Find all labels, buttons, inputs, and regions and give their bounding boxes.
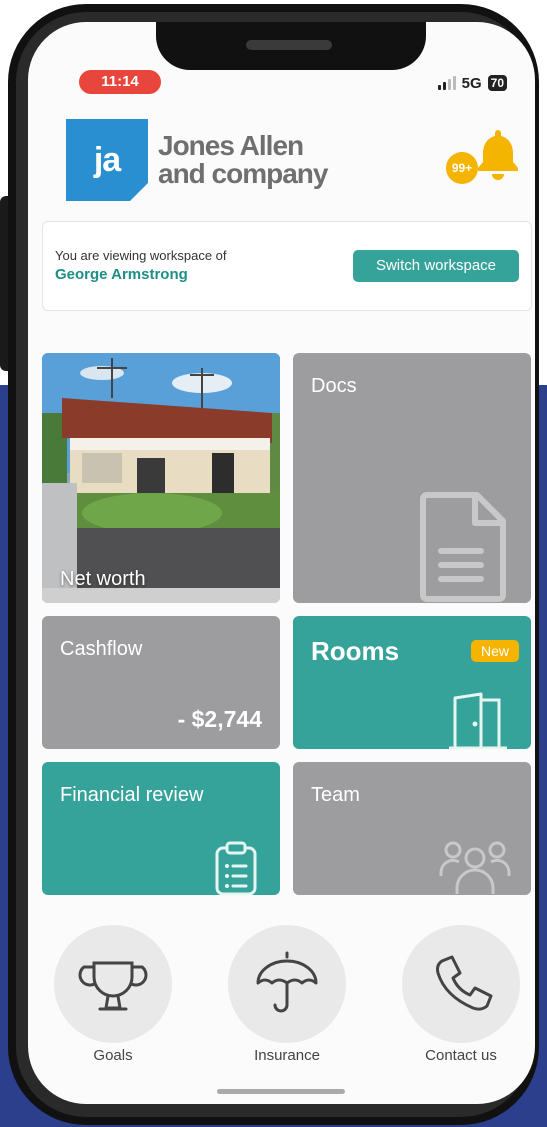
new-badge: New [470, 640, 519, 662]
umbrella-icon [256, 951, 318, 1013]
people-icon [439, 841, 511, 894]
tile-cashflow[interactable]: Cashflow - $2,744 [42, 616, 280, 749]
phone-speaker [246, 40, 332, 50]
bell-icon[interactable] [476, 128, 520, 182]
battery-icon: 70 [487, 75, 507, 91]
signal-icon [437, 76, 456, 90]
company-name-line2: and company [158, 158, 328, 189]
phone-frame: 11:14 5G 70 ja Jones Allen and company 9… [8, 4, 539, 1125]
workspace-label: You are viewing workspace of [55, 248, 227, 263]
company-name: Jones Allen and company [158, 132, 358, 188]
trophy-icon [78, 961, 148, 1011]
financial-review-label: Financial review [60, 784, 204, 806]
rooms-label: Rooms [311, 636, 400, 666]
house-image [42, 353, 280, 603]
team-label: Team [311, 784, 360, 806]
workspace-name: George Armstrong [55, 266, 188, 283]
tile-rooms[interactable]: Rooms New [293, 616, 531, 749]
tile-docs[interactable]: Docs [293, 353, 531, 603]
network-type: 5G [461, 74, 482, 92]
workspace-card: You are viewing workspace of George Arms… [42, 221, 532, 311]
clipboard-icon [215, 841, 257, 895]
cashflow-label: Cashflow [60, 638, 143, 660]
net-worth-label: Net worth [60, 568, 146, 590]
tile-financial-review[interactable]: Financial review [42, 762, 280, 895]
insurance-label: Insurance [254, 1047, 320, 1064]
phone-screen: 11:14 5G 70 ja Jones Allen and company 9… [28, 22, 535, 1104]
contact-us-label: Contact us [425, 1047, 497, 1064]
goals-button[interactable] [54, 925, 172, 1043]
cashflow-amount: - $2,744 [177, 706, 262, 732]
company-logo: ja [66, 119, 148, 201]
tile-net-worth[interactable]: Net worth [42, 353, 280, 603]
goals-label: Goals [93, 1047, 133, 1064]
tile-team[interactable]: Team [293, 762, 531, 895]
status-time: 11:14 [79, 70, 161, 94]
home-indicator[interactable] [217, 1089, 345, 1094]
switch-workspace-button[interactable]: Switch workspace [353, 250, 519, 282]
notification-badge[interactable]: 99+ [446, 152, 478, 184]
insurance-button[interactable] [228, 925, 346, 1043]
company-name-line1: Jones Allen [158, 130, 304, 161]
document-icon [420, 492, 506, 602]
status-indicators: 5G 70 [437, 72, 507, 94]
docs-label: Docs [311, 375, 357, 397]
phone-icon [436, 955, 493, 1011]
door-icon [449, 692, 507, 749]
contact-us-button[interactable] [402, 925, 520, 1043]
